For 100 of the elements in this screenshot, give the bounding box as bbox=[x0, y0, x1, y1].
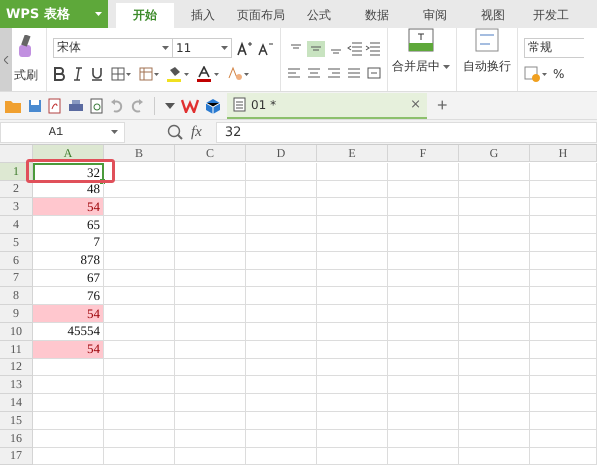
table-cell bbox=[459, 305, 530, 323]
caret-icon[interactable] bbox=[95, 12, 102, 16]
caret-icon[interactable] bbox=[221, 46, 228, 50]
document-name[interactable]: 01 * bbox=[251, 98, 406, 112]
table-cell bbox=[175, 412, 246, 430]
wps-logo-icon[interactable] bbox=[181, 98, 199, 112]
table-cell: 54 bbox=[33, 305, 104, 323]
cube-icon[interactable] bbox=[205, 98, 221, 114]
table-cell bbox=[104, 305, 175, 323]
ribbon-tab[interactable]: 开发工 bbox=[522, 3, 580, 28]
export-pdf-icon[interactable] bbox=[48, 98, 62, 114]
format-painter-label[interactable]: 式刷 bbox=[14, 67, 38, 84]
increase-indent-icon[interactable] bbox=[365, 42, 381, 56]
ribbon-tab[interactable]: 数据 bbox=[348, 3, 406, 28]
row-header[interactable]: 17 bbox=[0, 448, 33, 465]
grow-font-icon[interactable] bbox=[237, 40, 253, 56]
document-tab[interactable]: 01 * × bbox=[227, 92, 427, 118]
caret-icon[interactable] bbox=[162, 46, 169, 50]
table-cell bbox=[530, 198, 597, 216]
vertical-align-button[interactable] bbox=[307, 40, 325, 56]
caret-icon[interactable] bbox=[443, 64, 450, 68]
fill-color-icon[interactable] bbox=[167, 66, 189, 82]
ribbon-tab[interactable]: 视图 bbox=[464, 3, 522, 28]
ribbon-tab[interactable]: 页面布局 bbox=[232, 3, 290, 28]
row-header[interactable]: 4 bbox=[0, 216, 33, 234]
bold-icon[interactable] bbox=[53, 66, 65, 80]
ribbon-tab[interactable]: 插入 bbox=[174, 3, 232, 28]
table-cell bbox=[175, 180, 246, 198]
underline-icon[interactable] bbox=[91, 66, 103, 80]
save-icon[interactable] bbox=[28, 98, 42, 112]
print-preview-icon[interactable] bbox=[90, 98, 104, 114]
row-header[interactable]: 9 bbox=[0, 305, 33, 323]
align-icon[interactable] bbox=[307, 66, 321, 78]
merge-center-button[interactable]: 合并居中 bbox=[392, 58, 440, 75]
table-cell bbox=[317, 430, 388, 448]
ribbon-tab[interactable]: 开始 bbox=[116, 3, 174, 28]
italic-icon[interactable] bbox=[73, 66, 83, 80]
search-icon[interactable] bbox=[167, 124, 183, 140]
ribbon-tab[interactable]: 公式 bbox=[290, 3, 348, 28]
ribbon-tab[interactable]: 审阅 bbox=[406, 3, 464, 28]
table-cell bbox=[175, 322, 246, 341]
row-header[interactable]: 14 bbox=[0, 394, 33, 412]
font-select[interactable]: 宋体 bbox=[53, 38, 173, 58]
percent-button[interactable]: % bbox=[553, 66, 564, 80]
row-header[interactable]: 7 bbox=[0, 270, 33, 288]
align-icon bbox=[310, 44, 322, 54]
table-cell bbox=[459, 252, 530, 270]
column-header[interactable]: B bbox=[104, 145, 175, 162]
select-all-corner[interactable] bbox=[0, 145, 33, 163]
row-header[interactable]: 8 bbox=[0, 287, 33, 306]
clear-format-icon[interactable] bbox=[227, 66, 249, 82]
dropdown-caret-icon[interactable] bbox=[165, 102, 175, 108]
print-icon[interactable] bbox=[68, 98, 84, 112]
borders-icon[interactable] bbox=[111, 66, 131, 80]
column-header[interactable]: H bbox=[530, 145, 597, 162]
table-cell bbox=[530, 287, 597, 306]
align-icon[interactable] bbox=[327, 66, 341, 78]
number-format-select[interactable]: 常规 bbox=[524, 38, 584, 58]
row-header[interactable]: 12 bbox=[0, 358, 33, 376]
font-color-icon[interactable] bbox=[197, 66, 219, 82]
collapse-handle[interactable] bbox=[0, 28, 12, 91]
column-header[interactable]: G bbox=[459, 145, 530, 162]
currency-icon[interactable] bbox=[524, 66, 548, 82]
table-cell bbox=[459, 376, 530, 394]
column-header[interactable]: C bbox=[175, 145, 246, 162]
row-header[interactable]: 16 bbox=[0, 430, 33, 448]
table-cell bbox=[530, 180, 597, 198]
table-cell bbox=[175, 358, 246, 376]
table-cell bbox=[388, 270, 459, 288]
table-cell bbox=[388, 252, 459, 270]
row-header[interactable]: 13 bbox=[0, 376, 33, 394]
name-box[interactable]: A1 bbox=[0, 122, 125, 142]
row-header[interactable]: 15 bbox=[0, 412, 33, 430]
formula-input[interactable]: 32 bbox=[216, 122, 597, 142]
table-cell bbox=[175, 270, 246, 288]
cell-style-icon[interactable] bbox=[139, 66, 159, 80]
merge-center-icon[interactable] bbox=[408, 28, 434, 52]
distribute-icon[interactable] bbox=[367, 66, 381, 78]
close-tab-button[interactable]: × bbox=[410, 97, 421, 112]
row-header[interactable]: 5 bbox=[0, 234, 33, 252]
wrap-text-button[interactable]: 自动换行 bbox=[463, 58, 511, 75]
font-size-select[interactable]: 11 bbox=[172, 38, 232, 58]
column-header[interactable]: E bbox=[317, 145, 388, 162]
new-tab-button[interactable]: + bbox=[433, 95, 452, 116]
row-header[interactable]: 6 bbox=[0, 252, 33, 270]
wrap-text-icon[interactable] bbox=[475, 28, 499, 52]
decrease-indent-icon[interactable] bbox=[347, 42, 363, 56]
caret-icon[interactable] bbox=[111, 130, 118, 134]
column-header[interactable]: D bbox=[246, 145, 317, 162]
table-cell bbox=[104, 180, 175, 198]
row-header[interactable]: 2 bbox=[0, 180, 33, 198]
row-header[interactable]: 3 bbox=[0, 198, 33, 216]
row-header[interactable]: 11 bbox=[0, 340, 33, 359]
column-header[interactable]: F bbox=[388, 145, 459, 162]
spreadsheet-file-icon[interactable] bbox=[233, 97, 246, 112]
align-icon[interactable] bbox=[347, 66, 361, 78]
function-button[interactable]: fx bbox=[191, 124, 202, 140]
align-icon[interactable] bbox=[287, 66, 301, 78]
row-header[interactable]: 10 bbox=[0, 322, 33, 341]
table-cell: 54 bbox=[33, 340, 104, 359]
